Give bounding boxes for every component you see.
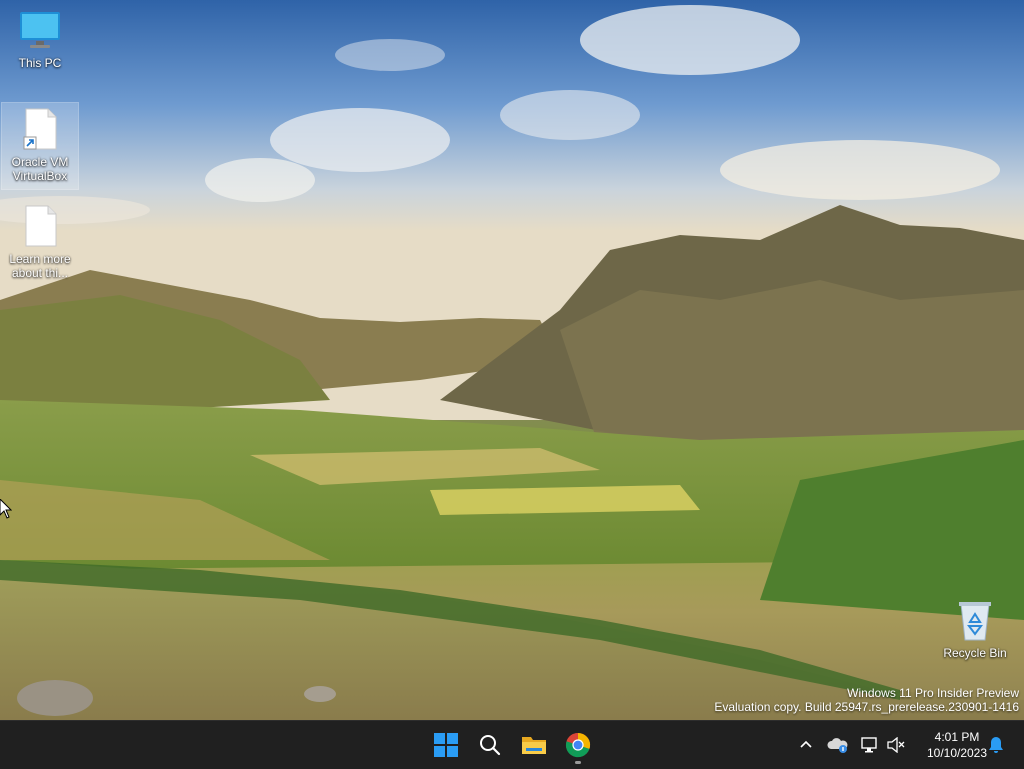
chrome-button[interactable] <box>558 725 598 765</box>
bell-icon <box>989 737 1003 753</box>
file-icon <box>18 204 62 248</box>
wallpaper-landscape <box>0 0 1024 720</box>
chrome-icon <box>565 733 591 758</box>
mouse-pointer-icon <box>0 499 12 519</box>
onedrive-icon <box>827 738 848 753</box>
shortcut-file-icon <box>18 107 62 151</box>
evaluation-watermark: Windows 11 Pro Insider Preview Evaluatio… <box>714 686 1019 714</box>
network-tray-button[interactable] <box>858 733 882 757</box>
windows-logo-icon <box>434 733 458 757</box>
watermark-build: Evaluation copy. Build 25947.rs_prerelea… <box>714 700 1019 714</box>
chevron-up-icon <box>800 740 812 748</box>
desktop-icon-virtualbox[interactable]: Oracle VM VirtualBox <box>1 102 79 190</box>
recycle-bin-icon <box>953 598 997 642</box>
desktop[interactable]: This PC Oracle VM VirtualBox Learn more … <box>0 0 1024 720</box>
desktop-icon-label: Learn more about thi... <box>9 252 71 280</box>
watermark-edition: Windows 11 Pro Insider Preview <box>847 686 1019 700</box>
desktop-icon-label: This PC <box>18 56 62 70</box>
desktop-icon-recycle-bin[interactable]: Recycle Bin <box>937 594 1013 664</box>
desktop-icon-learn-more[interactable]: Learn more about thi... <box>2 200 78 284</box>
desktop-icon-this-pc[interactable]: This PC <box>2 4 78 74</box>
start-button[interactable] <box>426 725 466 765</box>
desktop-icon-label: Oracle VM VirtualBox <box>11 155 69 183</box>
network-icon <box>861 737 877 753</box>
volume-muted-icon <box>887 737 905 753</box>
running-indicator <box>575 761 581 764</box>
show-hidden-icons-button[interactable] <box>794 733 818 757</box>
search-icon <box>480 735 501 756</box>
notifications-button[interactable] <box>984 733 1008 757</box>
search-button[interactable] <box>470 725 510 765</box>
file-explorer-button[interactable] <box>514 725 554 765</box>
volume-tray-button[interactable] <box>884 733 908 757</box>
onedrive-tray-button[interactable] <box>826 733 850 757</box>
folder-icon <box>522 737 546 754</box>
desktop-icon-label: Recycle Bin <box>943 646 1007 660</box>
monitor-icon <box>18 8 62 52</box>
taskbar: 4:01 PM 10/10/2023 <box>0 720 1024 769</box>
